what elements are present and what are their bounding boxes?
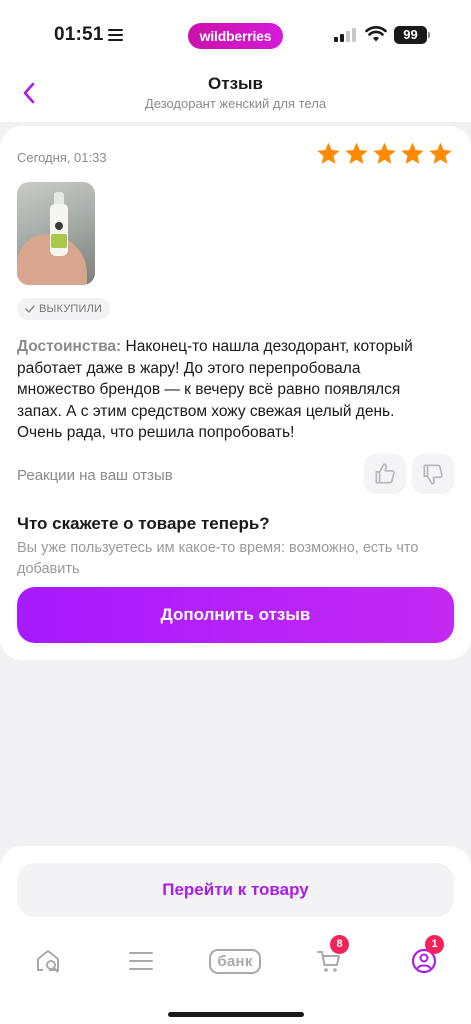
star-icon [345,142,368,164]
thumbs-down-icon [423,464,443,485]
tab-bar: банк 8 1 [0,935,471,988]
photo-bottle [50,204,68,256]
purchased-badge: ВЫКУПИЛИ [17,298,111,320]
photo-bottle-logo [55,222,63,230]
page-header: Отзыв Дезодорант женский для тела [0,70,471,122]
check-icon [25,305,35,314]
profile-badge: 1 [425,935,444,954]
tab-catalog[interactable] [113,938,169,984]
home-indicator [168,1012,304,1017]
menu-lines-icon [108,29,123,41]
reactions-label: Реакции на ваш отзыв [17,467,173,484]
tab-profile[interactable]: 1 [396,935,452,984]
menu-icon [129,952,153,970]
battery-tip [428,32,430,38]
page-subtitle: Дезодорант женский для тела [144,96,327,111]
page-title: Отзыв [208,74,263,93]
brand-logo: wildberries [188,23,283,49]
bank-label: банк [209,948,261,974]
status-bar: 01:51 wildberries 99 [0,0,471,70]
go-to-product-button[interactable]: Перейти к товару [17,863,454,917]
bottom-panel: Перейти к товару банк 8 1 [0,846,471,1024]
cart-badge: 8 [330,935,349,954]
followup-title: Что скажете о товаре теперь? [17,514,270,533]
add-review-button[interactable]: Дополнить отзыв [17,587,454,643]
purchased-badge-label: ВЫКУПИЛИ [39,303,103,315]
tab-bank[interactable]: банк [207,938,263,984]
star-icon [317,142,340,164]
rating-stars [316,141,453,166]
dislike-button[interactable] [412,454,454,494]
tab-cart[interactable]: 8 [301,935,357,984]
battery-icon: 99 [394,26,427,44]
review-date: Сегодня, 01:33 [17,150,107,165]
like-button[interactable] [364,454,406,494]
photo-bottle-label [51,234,67,248]
thumbs-up-icon [375,463,395,484]
review-photo[interactable] [17,182,95,285]
review-card: Сегодня, 01:33 ВЫКУПИЛИ Достоинства: Нак… [0,126,471,660]
pros-label: Достоинства: [17,338,122,355]
followup-subtitle: Вы уже пользуетесь им какое-то время: во… [17,540,419,577]
star-icon [373,142,396,164]
review-text: Достоинства: Наконец-то нашла дезодорант… [17,336,442,444]
home-search-icon [37,950,59,973]
star-icon [429,142,452,164]
tab-home[interactable] [20,938,76,984]
wifi-icon [365,26,387,42]
star-icon [401,142,424,164]
signal-icon [334,28,358,42]
status-time: 01:51 [54,24,104,45]
